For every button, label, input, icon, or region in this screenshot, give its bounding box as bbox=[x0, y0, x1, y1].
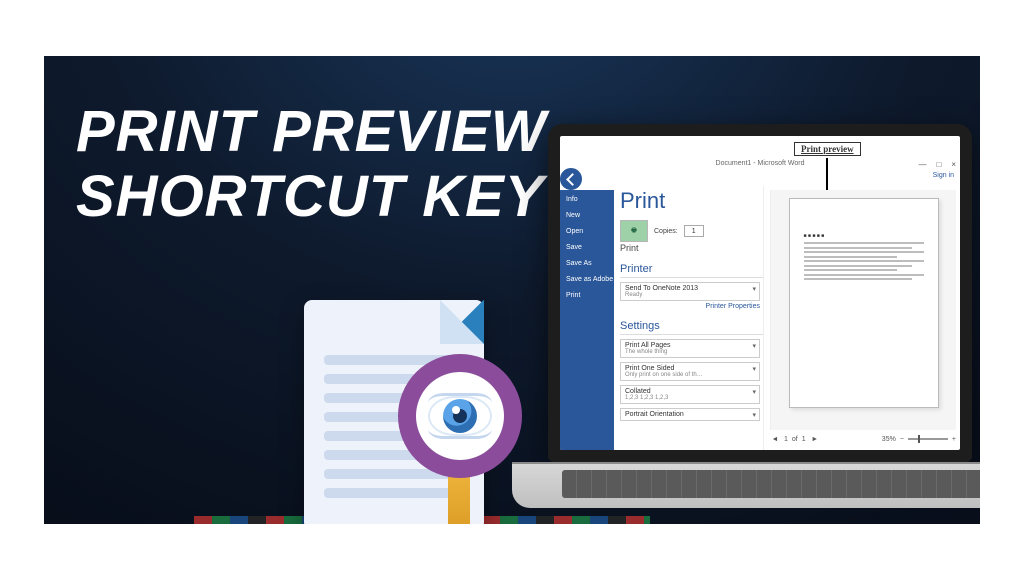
zoom-in-icon[interactable]: + bbox=[952, 436, 956, 443]
printer-properties-link[interactable]: Printer Properties bbox=[620, 303, 760, 310]
sidebar-item-info[interactable]: Info bbox=[566, 196, 610, 203]
prev-page-icon[interactable]: ◄ bbox=[770, 436, 780, 443]
print-panel: Print 🖶 Copies: 1 Print Printer Send To … bbox=[614, 186, 764, 450]
backstage-sidebar: Info New Open Save Save As Save as Adobe… bbox=[560, 190, 614, 450]
print-preview-pane: ■ ■ ■ ■ ■ bbox=[770, 190, 956, 430]
headline-line2: SHORTCUT KEY bbox=[76, 165, 547, 230]
setting-orientation-select[interactable]: Portrait Orientation bbox=[620, 408, 760, 421]
window-maximize-icon[interactable]: □ bbox=[936, 160, 941, 169]
setting-collated-select[interactable]: Collated 1,2,3 1,2,3 1,2,3 bbox=[620, 385, 760, 404]
hero-banner: PRINT PREVIEW SHORTCUT KEY Print preview… bbox=[44, 56, 980, 524]
magnifier-lens bbox=[398, 354, 522, 478]
copies-label: Copies: bbox=[654, 228, 678, 235]
settings-section-header: Settings bbox=[620, 320, 763, 335]
document-illustration bbox=[304, 270, 524, 524]
preview-page: ■ ■ ■ ■ ■ bbox=[789, 198, 939, 408]
copies-stepper[interactable]: 1 bbox=[684, 225, 704, 237]
zoom-value: 35% bbox=[882, 436, 896, 443]
print-button[interactable]: 🖶 bbox=[620, 220, 648, 242]
magnifier-icon bbox=[398, 354, 548, 524]
printer-section-header: Printer bbox=[620, 263, 763, 278]
page-total: 1 bbox=[802, 436, 806, 443]
headline: PRINT PREVIEW SHORTCUT KEY bbox=[76, 100, 547, 230]
print-button-label: Print bbox=[620, 243, 763, 253]
page-current: 1 bbox=[784, 436, 788, 443]
window-close-icon[interactable]: × bbox=[951, 160, 956, 169]
setting-sided-select[interactable]: Print One Sided Only print on one side o… bbox=[620, 362, 760, 381]
back-button[interactable] bbox=[560, 168, 582, 190]
print-heading: Print bbox=[620, 186, 763, 214]
sidebar-item-saveas[interactable]: Save As bbox=[566, 260, 610, 267]
printer-status: Ready bbox=[625, 292, 755, 298]
preview-status-bar: ◄ 1 of 1 ► 35% − + bbox=[770, 432, 956, 446]
window-minimize-icon[interactable]: — bbox=[918, 160, 926, 169]
setting-pages-select[interactable]: Print All Pages The whole thing bbox=[620, 339, 760, 358]
laptop-lid: Print preview Document1 - Microsoft Word… bbox=[548, 124, 972, 462]
sidebar-item-save[interactable]: Save bbox=[566, 244, 610, 251]
page-navigator[interactable]: ◄ 1 of 1 ► bbox=[770, 436, 820, 443]
window-buttons: — □ × bbox=[918, 160, 956, 169]
laptop-deck bbox=[512, 462, 980, 508]
page-fold-icon bbox=[440, 300, 484, 344]
sidebar-item-print[interactable]: Print bbox=[566, 292, 610, 299]
next-page-icon[interactable]: ► bbox=[810, 436, 820, 443]
printer-name: Send To OneNote 2013 bbox=[625, 285, 698, 292]
sidebar-item-new[interactable]: New bbox=[566, 212, 610, 219]
zoom-out-icon[interactable]: − bbox=[900, 436, 904, 443]
laptop-mockup: Print preview Document1 - Microsoft Word… bbox=[508, 124, 980, 524]
headline-line1: PRINT PREVIEW bbox=[76, 100, 547, 165]
callout-label: Print preview bbox=[794, 142, 861, 156]
sidebar-item-open[interactable]: Open bbox=[566, 228, 610, 235]
word-print-backstage: Print preview Document1 - Microsoft Word… bbox=[560, 136, 960, 450]
page-of: of bbox=[792, 436, 798, 443]
keyboard-icon bbox=[562, 470, 980, 498]
eye-icon bbox=[428, 396, 492, 436]
window-title: Document1 - Microsoft Word bbox=[560, 160, 960, 167]
zoom-slider[interactable] bbox=[908, 438, 948, 440]
sign-in-link[interactable]: Sign in bbox=[933, 172, 954, 179]
sidebar-item-saveas-pdf[interactable]: Save as Adobe PDF bbox=[566, 276, 610, 283]
printer-select[interactable]: Send To OneNote 2013 Ready bbox=[620, 282, 760, 301]
